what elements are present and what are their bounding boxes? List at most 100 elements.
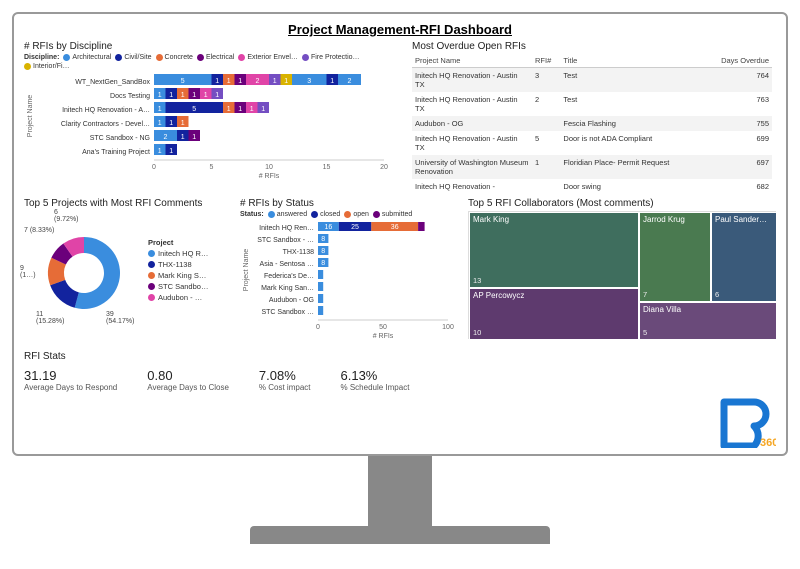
legend-swatch — [302, 54, 309, 61]
svg-text:Initech HQ Ren…: Initech HQ Ren… — [259, 225, 314, 232]
legend-item[interactable]: Architectural — [63, 54, 111, 61]
svg-text:25: 25 — [351, 224, 359, 231]
legend-item[interactable]: THX-1138 — [148, 260, 208, 269]
svg-text:Federica's De…: Federica's De… — [264, 273, 314, 280]
legend-swatch — [344, 211, 351, 218]
donut-callout: 39 (54.17%) — [106, 311, 134, 325]
svg-text:Initech HQ Renovation - A…: Initech HQ Renovation - A… — [62, 107, 150, 114]
svg-text:1: 1 — [261, 106, 265, 113]
legend-item[interactable]: Concrete — [156, 54, 193, 61]
svg-text:Mark King San…: Mark King San… — [261, 285, 314, 292]
legend-item[interactable]: Mark King S… — [148, 271, 208, 280]
table-header[interactable]: Project Name — [412, 54, 532, 68]
legend-swatch — [268, 211, 275, 218]
legend-swatch — [373, 211, 380, 218]
svg-text:1: 1 — [169, 120, 173, 127]
svg-text:# RFIs: # RFIs — [259, 173, 280, 180]
svg-text:5: 5 — [210, 164, 214, 171]
donut-legend: Project Initech HQ R…THX-1138Mark King S… — [148, 238, 208, 304]
legend-swatch — [197, 54, 204, 61]
table-row[interactable]: Initech HQ Renovation - Austin TX5Door i… — [412, 131, 772, 155]
svg-text:20: 20 — [380, 164, 388, 171]
svg-text:STC Sandbox - …: STC Sandbox - … — [257, 237, 314, 244]
table-row[interactable]: Audubon - OGFescia Flashing755 — [412, 116, 772, 131]
legend-item[interactable]: answered — [268, 211, 307, 218]
chart-title: Top 5 RFI Collaborators (Most comments) — [468, 198, 776, 209]
legend-item[interactable]: Audubon - … — [148, 293, 208, 302]
legend-item[interactable]: Interior/Fi… — [24, 63, 70, 70]
top5-collaborators-treemap[interactable]: Top 5 RFI Collaborators (Most comments) … — [468, 198, 776, 345]
svg-text:1: 1 — [273, 78, 277, 85]
svg-text:1: 1 — [158, 148, 162, 155]
svg-text:8: 8 — [321, 236, 325, 243]
svg-text:Project Name: Project Name — [243, 249, 250, 292]
legend-swatch — [24, 63, 31, 70]
svg-text:Ana's Training Project: Ana's Training Project — [82, 149, 150, 156]
svg-text:1: 1 — [158, 92, 162, 99]
most-overdue-rfis-table[interactable]: Most Overdue Open RFIs Project NameRFI#T… — [412, 41, 772, 194]
treemap-svg: Mark King13 AP Percowycz10 Jarrod Krug7 … — [468, 211, 776, 339]
table-title: Most Overdue Open RFIs — [412, 41, 772, 52]
svg-text:1: 1 — [169, 148, 173, 155]
svg-text:0: 0 — [152, 164, 156, 171]
svg-text:1: 1 — [227, 106, 231, 113]
svg-text:5: 5 — [192, 106, 196, 113]
svg-text:1: 1 — [238, 106, 242, 113]
svg-text:1: 1 — [330, 78, 334, 85]
status-legend: Status: answeredclosedopensubmitted — [240, 211, 460, 218]
monitor-stand-neck — [368, 456, 432, 528]
table-row[interactable]: Initech HQ Renovation - Austin TX3Test76… — [412, 68, 772, 93]
legend-item[interactable]: Civil/Site — [115, 54, 151, 61]
svg-text:2: 2 — [164, 134, 168, 141]
svg-text:15: 15 — [323, 164, 331, 171]
svg-text:3: 3 — [307, 78, 311, 85]
legend-swatch — [156, 54, 163, 61]
table-row[interactable]: Initech HQ Renovation -Door swing682 — [412, 179, 772, 194]
svg-text:10: 10 — [265, 164, 273, 171]
svg-text:1: 1 — [158, 106, 162, 113]
svg-text:Audubon - OG: Audubon - OG — [269, 297, 314, 304]
svg-text:WT_NextGen_SandBox: WT_NextGen_SandBox — [75, 79, 150, 86]
table-header[interactable]: Days Overdue — [703, 54, 772, 68]
svg-text:1: 1 — [192, 134, 196, 141]
table-row[interactable]: Initech HQ Renovation - Austin TX2Test76… — [412, 92, 772, 116]
legend-swatch — [238, 54, 245, 61]
table-header[interactable]: RFI# — [532, 54, 560, 68]
page-title: Project Management-RFI Dashboard — [24, 22, 776, 37]
svg-text:1: 1 — [215, 92, 219, 99]
svg-text:1: 1 — [158, 120, 162, 127]
legend-item[interactable]: Fire Protectio… — [302, 54, 360, 61]
legend-item[interactable]: closed — [311, 211, 340, 218]
donut-callout: 7 (8.33%) — [24, 227, 54, 234]
legend-item[interactable]: submitted — [373, 211, 412, 218]
rfis-by-status-chart[interactable]: # RFIs by Status Status: answeredclosedo… — [240, 198, 460, 345]
top5-projects-donut[interactable]: Top 5 Projects with Most RFI Comments 39… — [24, 198, 232, 345]
stat-item: 7.08%% Cost impact — [259, 368, 311, 392]
svg-text:1: 1 — [227, 78, 231, 85]
table-header[interactable]: Title — [560, 54, 703, 68]
legend-item[interactable]: Electrical — [197, 54, 234, 61]
svg-text:1: 1 — [181, 120, 185, 127]
svg-text:50: 50 — [379, 324, 387, 331]
svg-text:360: 360 — [760, 437, 776, 448]
rfis-by-discipline-chart[interactable]: # RFIs by Discipline Discipline: Archite… — [24, 41, 404, 194]
dashboard-screen: Project Management-RFI Dashboard # RFIs … — [12, 12, 788, 456]
svg-text:8: 8 — [321, 248, 325, 255]
legend-item[interactable]: Initech HQ R… — [148, 249, 208, 258]
legend-item[interactable]: STC Sandbo… — [148, 282, 208, 291]
legend-swatch — [63, 54, 70, 61]
stat-item: 6.13%% Schedule Impact — [341, 368, 410, 392]
bim360-logo: 360 — [716, 396, 776, 448]
legend-item[interactable]: Exterior Envel… — [238, 54, 298, 61]
chart-title: # RFIs by Status — [240, 198, 460, 209]
status-bar-svg: Initech HQ Ren…162536STC Sandbox - …8THX… — [240, 220, 460, 340]
discipline-bar-svg: WT_NextGen_SandBox5111211312Docs Testing… — [24, 72, 404, 182]
table-row[interactable]: University of Washington Museum Renovati… — [412, 155, 772, 179]
rfi-stats-panel: RFI Stats 31.19Average Days to Respond0.… — [24, 351, 776, 392]
donut-callout: 9 (1…) — [20, 265, 36, 279]
svg-text:2: 2 — [256, 78, 260, 85]
svg-text:5: 5 — [181, 78, 185, 85]
svg-text:1: 1 — [181, 134, 185, 141]
svg-text:# RFIs: # RFIs — [373, 333, 394, 340]
legend-item[interactable]: open — [344, 211, 369, 218]
